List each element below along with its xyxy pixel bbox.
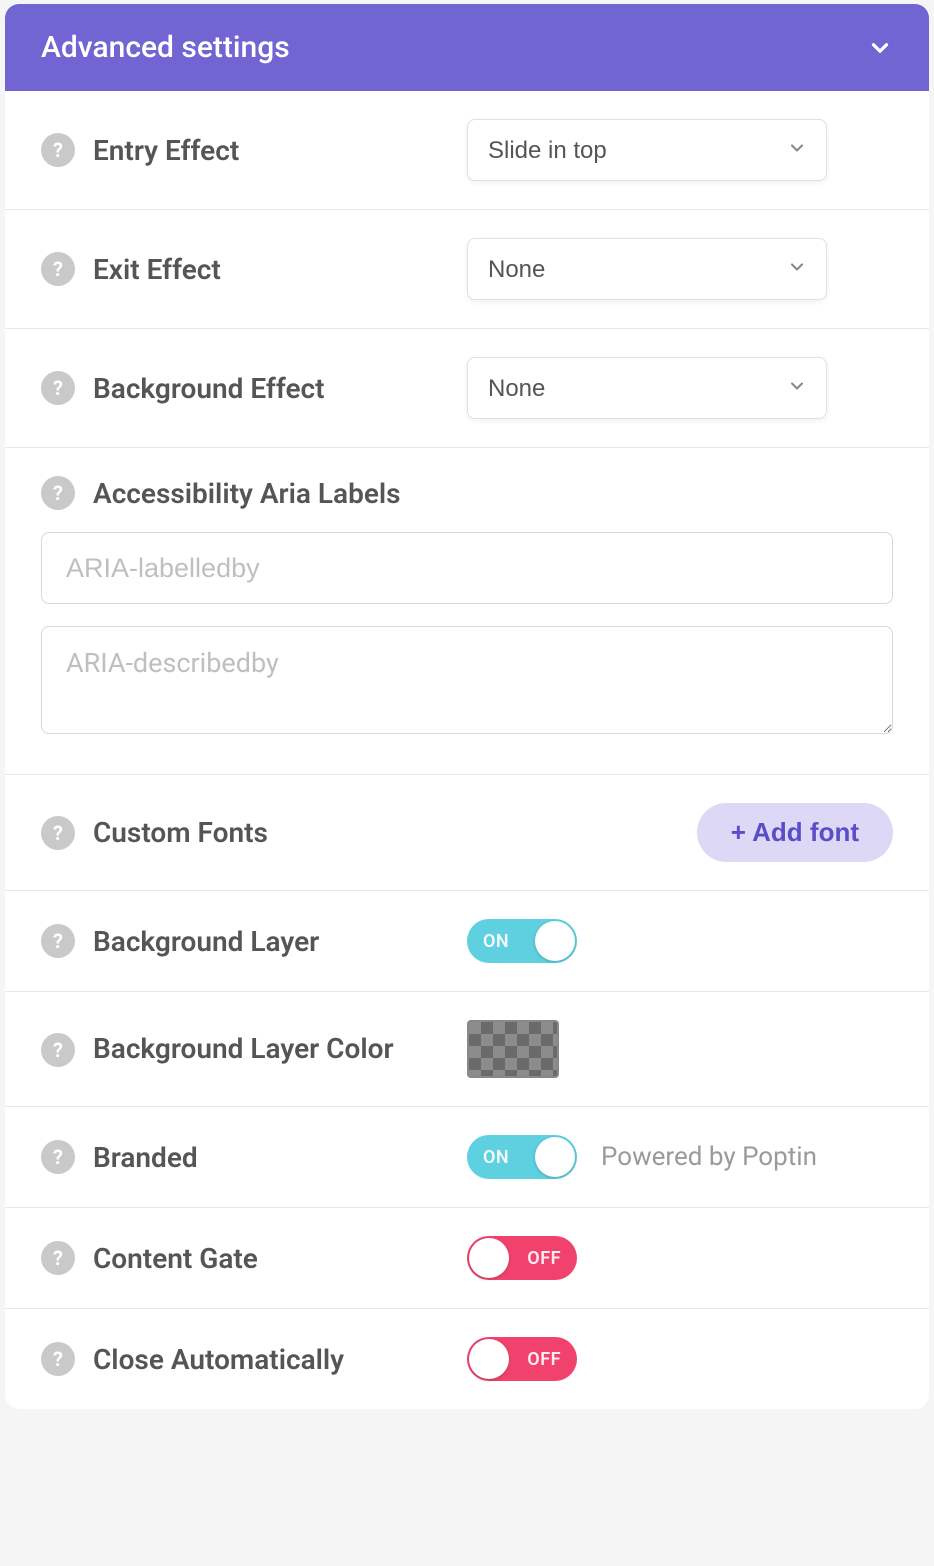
help-icon[interactable]: ? [41, 924, 75, 958]
row-background-layer: ? Background Layer ON [5, 891, 929, 992]
content-gate-label: Content Gate [93, 1242, 258, 1275]
toggle-knob [469, 1339, 509, 1379]
panel-header[interactable]: Advanced settings [5, 4, 929, 91]
accessibility-label: Accessibility Aria Labels [93, 477, 401, 510]
row-content-gate: ? Content Gate OFF [5, 1208, 929, 1309]
row-branded: ? Branded ON Powered by Poptin [5, 1107, 929, 1208]
add-font-button[interactable]: + Add font [697, 803, 893, 862]
content-gate-toggle[interactable]: OFF [467, 1236, 577, 1280]
help-icon[interactable]: ? [41, 1140, 75, 1174]
panel-header-title: Advanced settings [41, 30, 290, 65]
branded-toggle[interactable]: ON [467, 1135, 577, 1179]
toggle-state-label: ON [483, 931, 509, 952]
aria-describedby-textarea[interactable] [41, 626, 893, 734]
help-icon[interactable]: ? [41, 476, 75, 510]
toggle-knob [469, 1238, 509, 1278]
help-icon[interactable]: ? [41, 371, 75, 405]
branded-subtext: Powered by Poptin [601, 1142, 817, 1172]
background-effect-label: Background Effect [93, 372, 325, 405]
background-layer-label: Background Layer [93, 925, 319, 958]
background-layer-color-swatch[interactable] [467, 1020, 559, 1078]
branded-label: Branded [93, 1141, 198, 1174]
row-background-layer-color: ? Background Layer Color [5, 992, 929, 1107]
chevron-down-icon [867, 35, 893, 61]
help-icon[interactable]: ? [41, 133, 75, 167]
row-background-effect: ? Background Effect None [5, 329, 929, 448]
custom-fonts-label: Custom Fonts [93, 816, 268, 849]
background-layer-toggle[interactable]: ON [467, 919, 577, 963]
background-layer-color-label: Background Layer Color [93, 1029, 394, 1070]
row-custom-fonts: ? Custom Fonts + Add font [5, 775, 929, 891]
background-effect-select[interactable]: None [467, 357, 827, 419]
entry-effect-label: Entry Effect [93, 134, 239, 167]
aria-labelledby-input[interactable] [41, 532, 893, 604]
row-close-automatically: ? Close Automatically OFF [5, 1309, 929, 1409]
help-icon[interactable]: ? [41, 1033, 75, 1067]
exit-effect-label: Exit Effect [93, 253, 221, 286]
toggle-state-label: OFF [527, 1248, 561, 1269]
exit-effect-select[interactable]: None [467, 238, 827, 300]
toggle-knob [535, 921, 575, 961]
help-icon[interactable]: ? [41, 816, 75, 850]
row-accessibility: ? Accessibility Aria Labels [5, 448, 929, 775]
row-entry-effect: ? Entry Effect Slide in top [5, 91, 929, 210]
toggle-state-label: OFF [527, 1349, 561, 1370]
help-icon[interactable]: ? [41, 1342, 75, 1376]
close-automatically-toggle[interactable]: OFF [467, 1337, 577, 1381]
entry-effect-select[interactable]: Slide in top [467, 119, 827, 181]
help-icon[interactable]: ? [41, 1241, 75, 1275]
close-automatically-label: Close Automatically [93, 1343, 344, 1376]
help-icon[interactable]: ? [41, 252, 75, 286]
toggle-state-label: ON [483, 1147, 509, 1168]
advanced-settings-panel: Advanced settings ? Entry Effect Slide i… [5, 4, 929, 1409]
row-exit-effect: ? Exit Effect None [5, 210, 929, 329]
toggle-knob [535, 1137, 575, 1177]
